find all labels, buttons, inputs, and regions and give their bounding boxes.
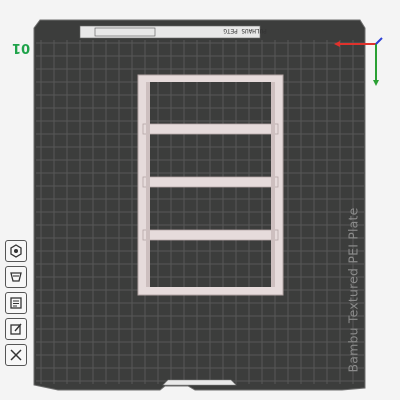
layers-icon [10, 297, 22, 309]
plate-toolbar [5, 240, 31, 366]
plate-number: 01 [12, 40, 31, 55]
arrange-button[interactable] [5, 266, 27, 288]
build-plate-viewport[interactable]: PULHAUS PETG [0, 0, 400, 400]
orient-icon [10, 244, 22, 258]
shelf-board [142, 229, 279, 241]
plate-label: Bambu Textured PEI Plate [345, 207, 361, 373]
close-icon [10, 349, 22, 361]
edit-icon [10, 323, 22, 335]
edit-button[interactable] [5, 318, 27, 340]
shelf-board [142, 123, 279, 135]
shelf-model[interactable] [137, 74, 284, 296]
close-button[interactable] [5, 344, 27, 366]
orient-button[interactable] [5, 240, 27, 262]
shelf-board [142, 176, 279, 188]
arrange-icon [10, 272, 22, 282]
layers-button[interactable] [5, 292, 27, 314]
plate-header-text: PULHAUS PETG [223, 27, 267, 34]
plate-handle [162, 379, 237, 386]
